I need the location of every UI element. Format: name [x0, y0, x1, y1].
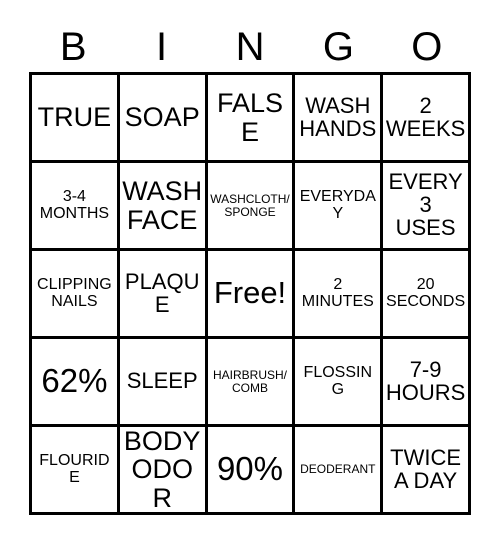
bingo-cell-text: FALSE	[216, 88, 284, 147]
bingo-cell-text: TWICE A DAY	[390, 444, 462, 493]
bingo-cell-i5[interactable]: BODY ODOR	[119, 427, 208, 512]
bingo-cell-text: EVERYDAY	[299, 187, 376, 222]
bingo-cell-n1[interactable]: FALSE	[207, 75, 296, 160]
bingo-header-letter-g: G	[322, 25, 354, 69]
bingo-cell-o4[interactable]: 7-9 HOURS	[383, 339, 468, 424]
bingo-header-letter-n: N	[235, 25, 265, 69]
bingo-row: CLIPPING NAILS PLAQUE Free! 2 MINUTES 20…	[32, 251, 468, 339]
bingo-row: FLOURIDE BODY ODOR 90% DEODERANT TWICE A…	[32, 427, 468, 512]
bingo-cell-b5[interactable]: FLOURIDE	[32, 427, 120, 512]
bingo-cell-n4[interactable]: HAIRBRUSH/ COMB	[207, 339, 296, 424]
bingo-cell-g1[interactable]: WASH HANDS	[295, 75, 384, 160]
bingo-cell-n2[interactable]: WASHCLOTH/ SPONGE	[207, 163, 296, 248]
bingo-cell-text: FLOSSING	[303, 363, 373, 398]
bingo-cell-text: FLOURIDE	[39, 451, 110, 486]
bingo-row: TRUE SOAP FALSE WASH HANDS 2 WEEKS	[32, 75, 468, 163]
bingo-cell-i2[interactable]: WASH FACE	[119, 163, 208, 248]
bingo-header-letter-o: O	[411, 25, 443, 69]
bingo-cell-free-space[interactable]: Free!	[207, 251, 296, 336]
bingo-cell-b4[interactable]: 62%	[32, 339, 120, 424]
bingo-cell-text: 2 MINUTES	[301, 275, 374, 310]
bingo-cell-g2[interactable]: EVERYDAY	[295, 163, 384, 248]
bingo-cell-text: SLEEP	[126, 368, 198, 394]
bingo-cell-text: 7-9 HOURS	[385, 356, 466, 405]
bingo-row: 62% SLEEP HAIRBRUSH/ COMB FLOSSING 7-9 H…	[32, 339, 468, 427]
bingo-cell-text: CLIPPING NAILS	[37, 275, 112, 310]
bingo-free-space-text: Free!	[213, 275, 287, 311]
bingo-cell-n5[interactable]: 90%	[207, 427, 296, 512]
bingo-row: 3-4 MONTHS WASH FACE WASHCLOTH/ SPONGE E…	[32, 163, 468, 251]
bingo-cell-g3[interactable]: 2 MINUTES	[295, 251, 384, 336]
bingo-cell-text: BODY ODOR	[123, 427, 201, 512]
bingo-card: B I N G O TRUE SOAP FALSE WASH HANDS 2 W…	[0, 0, 501, 544]
bingo-cell-b1[interactable]: TRUE	[32, 75, 120, 160]
bingo-cell-o1[interactable]: 2 WEEKS	[383, 75, 468, 160]
bingo-cell-i3[interactable]: PLAQUE	[119, 251, 208, 336]
bingo-cell-o5[interactable]: TWICE A DAY	[383, 427, 468, 512]
bingo-cell-text: HAIRBRUSH/ COMB	[212, 368, 287, 395]
bingo-header-row: B I N G O	[29, 22, 471, 72]
bingo-cell-b3[interactable]: CLIPPING NAILS	[32, 251, 120, 336]
bingo-cell-text: DEODERANT	[300, 462, 376, 477]
bingo-header-letter-b: B	[59, 25, 87, 69]
bingo-cell-i1[interactable]: SOAP	[119, 75, 208, 160]
bingo-header-letter-i: I	[156, 25, 168, 69]
bingo-cell-text: WASH FACE	[122, 176, 203, 235]
bingo-cell-text: EVERY 3 USES	[388, 169, 463, 240]
bingo-grid: TRUE SOAP FALSE WASH HANDS 2 WEEKS 3-4 M…	[29, 72, 471, 515]
bingo-cell-text: 90%	[216, 450, 284, 488]
bingo-cell-i4[interactable]: SLEEP	[119, 339, 208, 424]
bingo-cell-g5[interactable]: DEODERANT	[295, 427, 384, 512]
bingo-cell-text: 2 WEEKS	[385, 92, 466, 141]
bingo-cell-text: SOAP	[124, 102, 200, 133]
bingo-cell-text: PLAQUE	[124, 268, 200, 317]
bingo-cell-o2[interactable]: EVERY 3 USES	[383, 163, 468, 248]
bingo-cell-g4[interactable]: FLOSSING	[295, 339, 384, 424]
bingo-cell-text: TRUE	[37, 102, 112, 133]
bingo-cell-text: 62%	[41, 362, 108, 400]
bingo-cell-text: WASH HANDS	[299, 92, 377, 141]
bingo-cell-text: 20 SECONDS	[386, 275, 466, 310]
bingo-cell-text: WASHCLOTH/ SPONGE	[210, 192, 290, 219]
bingo-cell-text: 3-4 MONTHS	[39, 187, 110, 222]
bingo-cell-b2[interactable]: 3-4 MONTHS	[32, 163, 120, 248]
bingo-cell-o3[interactable]: 20 SECONDS	[383, 251, 468, 336]
